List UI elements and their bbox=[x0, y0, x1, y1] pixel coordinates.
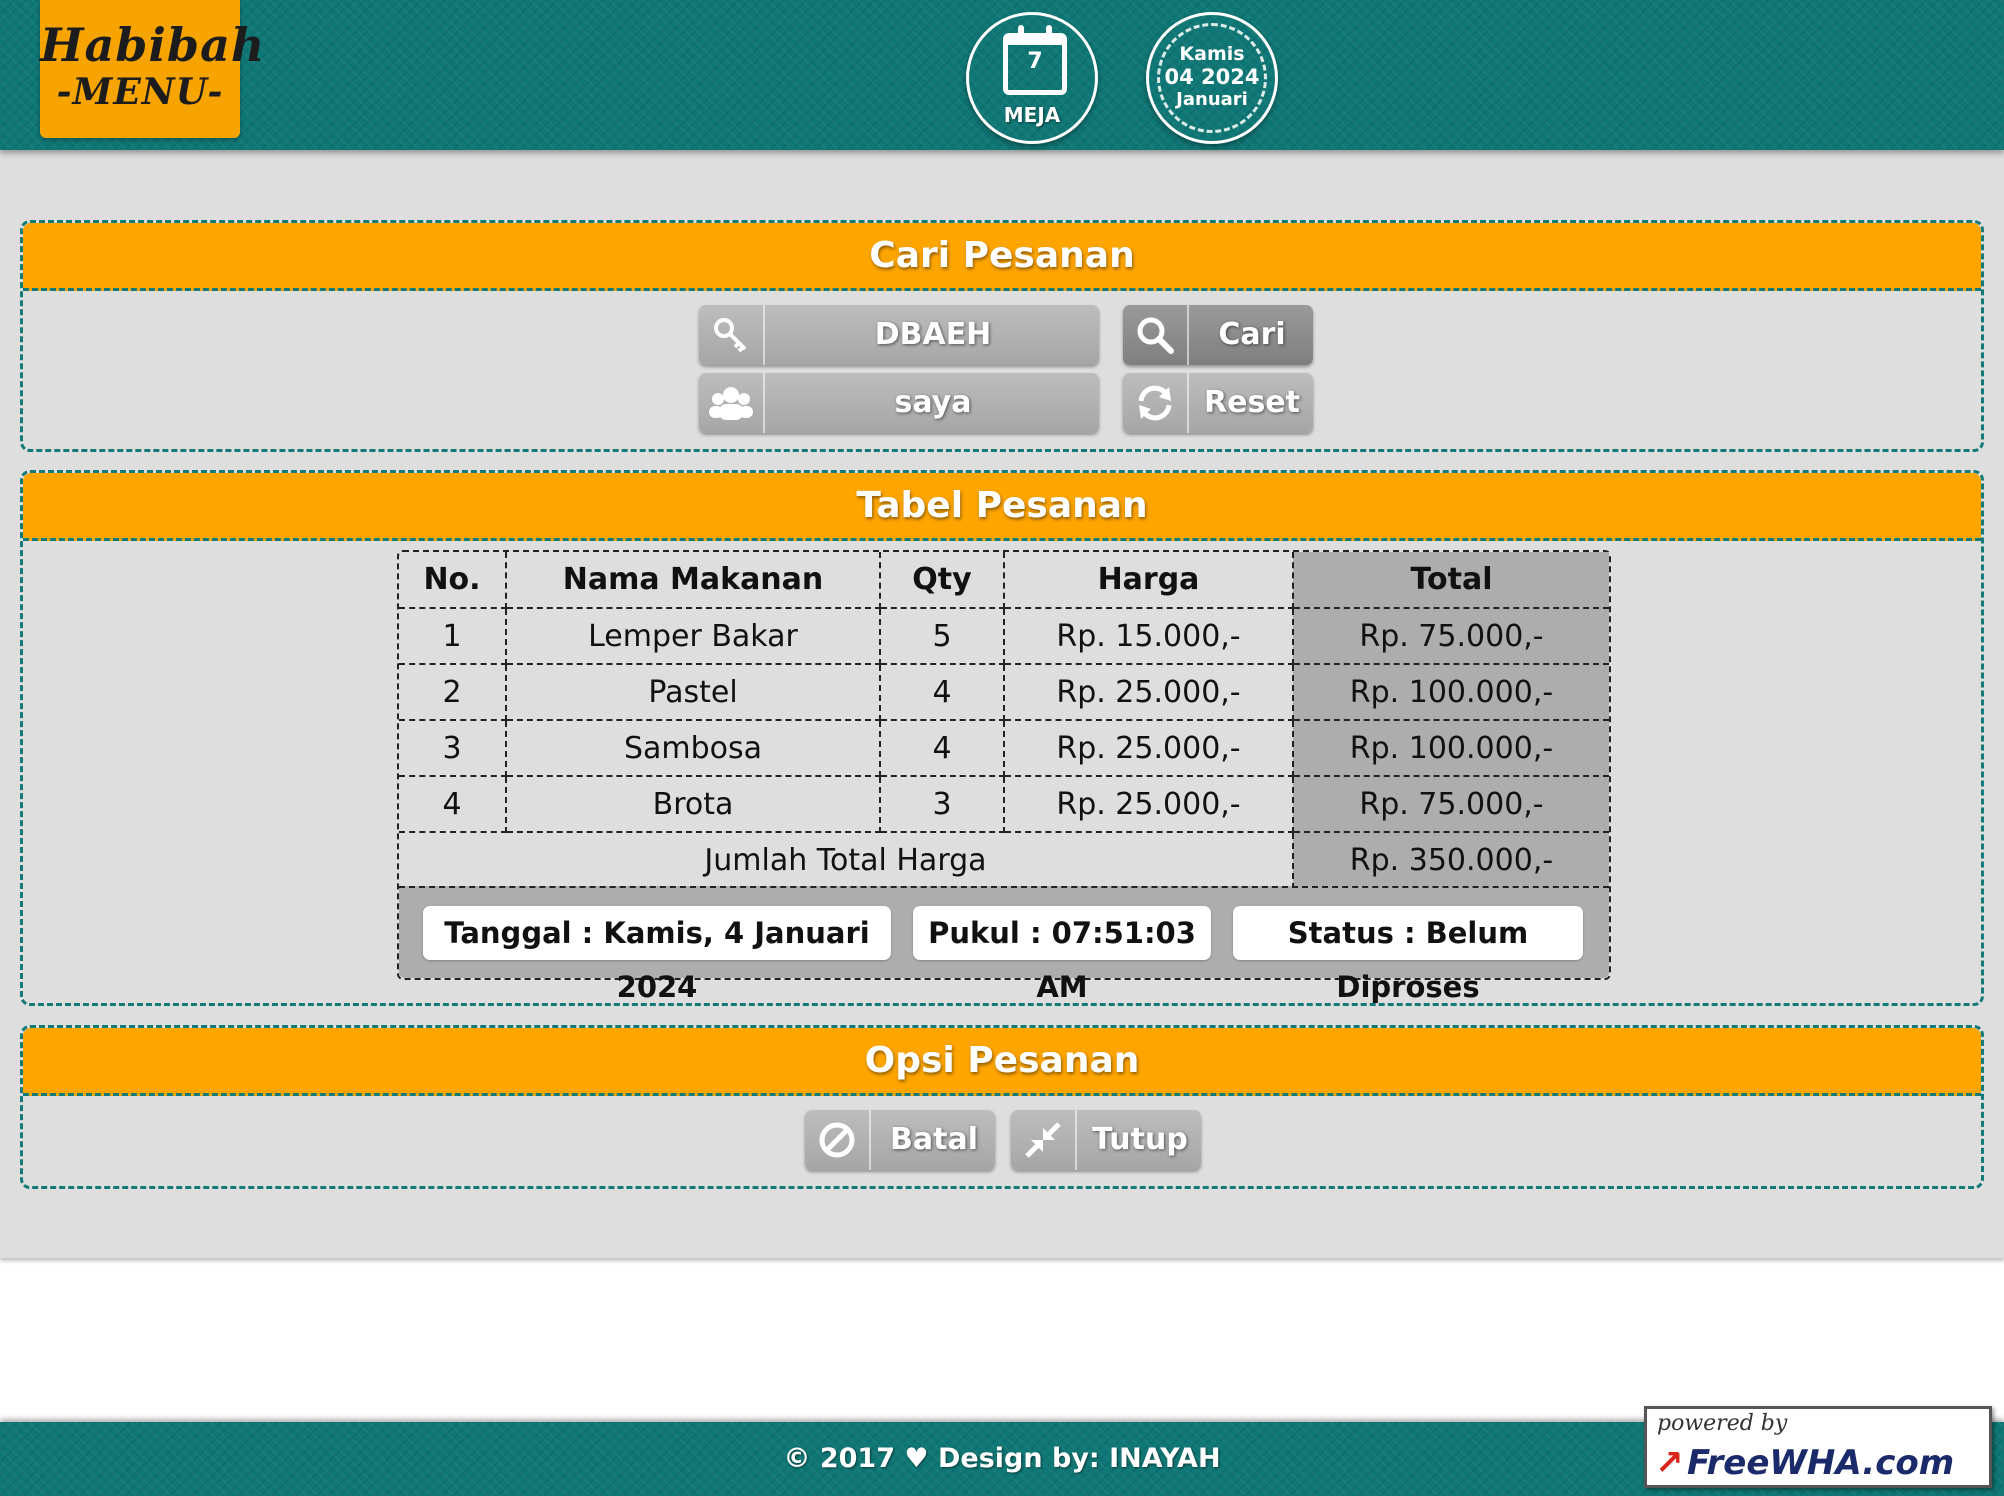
order-status-badge: Status : Belum Diproses bbox=[1233, 906, 1583, 1004]
cell-no: 1 bbox=[399, 607, 507, 665]
cell-total: Rp. 75.000,- bbox=[1292, 775, 1609, 833]
cell-total: Rp. 75.000,- bbox=[1292, 607, 1609, 665]
users-icon bbox=[699, 373, 765, 433]
logo-subtitle: -MENU- bbox=[56, 71, 224, 113]
ban-icon bbox=[805, 1110, 871, 1170]
cell-price: Rp. 15.000,- bbox=[1003, 607, 1294, 665]
col-qty: Qty bbox=[879, 552, 1005, 609]
cell-food-name: Pastel bbox=[505, 663, 881, 721]
search-panel-title: Cari Pesanan bbox=[23, 223, 1981, 291]
reset-button[interactable]: Reset bbox=[1123, 373, 1313, 433]
cell-qty: 4 bbox=[879, 663, 1005, 721]
cell-qty: 3 bbox=[879, 775, 1005, 833]
cell-no: 2 bbox=[399, 663, 507, 721]
order-table-panel: Tabel Pesanan No. Nama Makanan Qty Harga… bbox=[20, 470, 1984, 1006]
cell-price: Rp. 25.000,- bbox=[1003, 663, 1294, 721]
cell-total: Rp. 100.000,- bbox=[1292, 719, 1609, 777]
logo-title: Habibah bbox=[40, 18, 266, 72]
order-info-row: Tanggal : Kamis, 4 Januari 2024 Pukul : … bbox=[399, 886, 1609, 1004]
table-row: 3 Sambosa 4 Rp. 25.000,- Rp. 100.000,- bbox=[399, 719, 1609, 777]
date-date-year: 04 2024 bbox=[1164, 65, 1260, 89]
main-content: Cari Pesanan DBAEH Cari saya Reset Tabel… bbox=[0, 150, 2004, 1258]
arrow-icon: ↗ bbox=[1655, 1443, 1684, 1483]
cell-food-name: Sambosa bbox=[505, 719, 881, 777]
table-row: 2 Pastel 4 Rp. 25.000,- Rp. 100.000,- bbox=[399, 663, 1609, 721]
cell-total: Rp. 100.000,- bbox=[1292, 663, 1609, 721]
col-total: Total bbox=[1292, 552, 1609, 609]
customer-name-value: saya bbox=[894, 385, 972, 420]
cancel-order-button[interactable]: Batal bbox=[805, 1110, 995, 1170]
order-panel-title: Tabel Pesanan bbox=[23, 473, 1981, 541]
search-button[interactable]: Cari bbox=[1123, 305, 1313, 365]
calendar-icon: 7 bbox=[1003, 25, 1067, 95]
close-button-label: Tutup bbox=[1092, 1122, 1188, 1157]
search-button-label: Cari bbox=[1218, 317, 1286, 352]
grand-total-value: Rp. 350.000,- bbox=[1292, 831, 1609, 889]
date-month: Januari bbox=[1176, 89, 1248, 110]
grand-total-label: Jumlah Total Harga bbox=[399, 831, 1294, 889]
key-icon bbox=[699, 305, 765, 365]
powered-by-banner[interactable]: powered by ↗ FreeWHA.com bbox=[1644, 1406, 1992, 1488]
powered-by-label: powered by bbox=[1657, 1411, 1788, 1436]
cell-qty: 4 bbox=[879, 719, 1005, 777]
order-code-field[interactable]: DBAEH bbox=[699, 305, 1099, 365]
table-row: 1 Lemper Bakar 5 Rp. 15.000,- Rp. 75.000… bbox=[399, 607, 1609, 665]
cell-food-name: Lemper Bakar bbox=[505, 607, 881, 665]
order-code-value: DBAEH bbox=[874, 317, 992, 352]
search-icon bbox=[1123, 305, 1189, 365]
powered-by-brand: FreeWHA.com bbox=[1687, 1443, 1955, 1483]
order-time-badge: Pukul : 07:51:03 AM bbox=[913, 906, 1211, 1004]
top-header: Habibah -MENU- 7 MEJA Kamis 04 2024 Janu… bbox=[0, 0, 2004, 150]
table-header-row: No. Nama Makanan Qty Harga Total bbox=[399, 552, 1609, 609]
table-number: 7 bbox=[1027, 49, 1043, 74]
order-options-panel: Opsi Pesanan Batal Tutup bbox=[20, 1025, 1984, 1189]
footer-copyright: © 2017 ♥ Design by: INAYAH bbox=[783, 1443, 1221, 1474]
table-row: 4 Brota 3 Rp. 25.000,- Rp. 75.000,- bbox=[399, 775, 1609, 833]
date-day: Kamis bbox=[1179, 43, 1245, 65]
order-table: No. Nama Makanan Qty Harga Total 1 Lempe… bbox=[397, 550, 1611, 1004]
refresh-icon bbox=[1123, 373, 1189, 433]
customer-name-field[interactable]: saya bbox=[699, 373, 1099, 433]
cell-food-name: Brota bbox=[505, 775, 881, 833]
col-food-name: Nama Makanan bbox=[505, 552, 881, 609]
grand-total-row: Jumlah Total Harga Rp. 350.000,- bbox=[399, 831, 1609, 889]
reset-button-label: Reset bbox=[1204, 385, 1300, 420]
options-panel-title: Opsi Pesanan bbox=[23, 1028, 1981, 1096]
brand-logo[interactable]: Habibah -MENU- bbox=[40, 0, 266, 138]
close-order-button[interactable]: Tutup bbox=[1011, 1110, 1201, 1170]
col-no: No. bbox=[399, 552, 507, 609]
cell-no: 3 bbox=[399, 719, 507, 777]
cell-price: Rp. 25.000,- bbox=[1003, 775, 1294, 833]
date-badge: Kamis 04 2024 Januari bbox=[1146, 12, 1278, 144]
cell-no: 4 bbox=[399, 775, 507, 833]
compress-icon bbox=[1011, 1110, 1077, 1170]
order-date-badge: Tanggal : Kamis, 4 Januari 2024 bbox=[423, 906, 891, 1004]
search-panel: Cari Pesanan DBAEH Cari saya Reset bbox=[20, 220, 1984, 452]
cell-qty: 5 bbox=[879, 607, 1005, 665]
cancel-button-label: Batal bbox=[890, 1122, 978, 1157]
table-number-badge: 7 MEJA bbox=[966, 12, 1098, 144]
table-label: MEJA bbox=[1003, 103, 1061, 127]
col-price: Harga bbox=[1003, 552, 1294, 609]
cell-price: Rp. 25.000,- bbox=[1003, 719, 1294, 777]
